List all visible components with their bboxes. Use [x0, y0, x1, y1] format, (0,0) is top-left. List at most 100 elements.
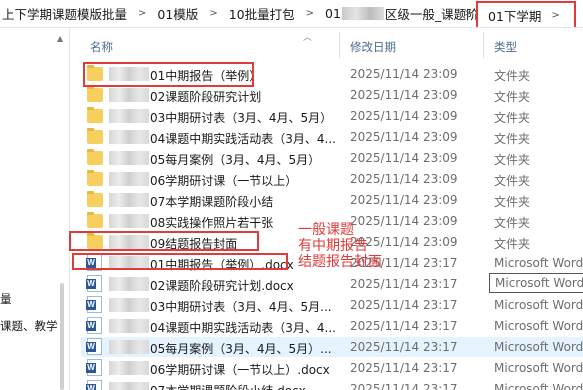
redaction-mosaic: [109, 172, 149, 186]
column-header-type[interactable]: 类型: [494, 39, 517, 55]
folder-icon: [87, 170, 103, 186]
folder-icon: [87, 86, 103, 102]
file-date: 2025/11/14 23:09: [350, 172, 458, 186]
annotation-line: 一般课题: [298, 222, 354, 238]
file-type: 文件夹: [494, 195, 531, 209]
folder-icon: [87, 233, 103, 249]
chevron-right-icon[interactable]: >: [129, 8, 155, 19]
breadcrumb-current[interactable]: 01下学期 >: [476, 1, 576, 27]
file-type: 文件夹: [494, 237, 531, 251]
folder-row[interactable]: 06学期研讨课（一节以上） 2025/11/14 23:09 文件夹: [81, 169, 583, 189]
folder-row[interactable]: 07本学期课题阶段小结 2025/11/14 23:09 文件夹: [81, 190, 583, 210]
file-type: 文件夹: [494, 153, 531, 167]
redaction-mosaic: [109, 361, 149, 375]
file-name: 07本学期课题阶段小结.docx: [150, 382, 306, 390]
folder-icon: [87, 65, 103, 81]
folder-row[interactable]: 04课题中期实践活动表（3月、4... 2025/11/14 23:09 文件夹: [81, 127, 583, 147]
address-bar[interactable]: 上下学期课题模版批量 > 01模版 > 10批量打包 > 01 区级一般_课题阶段…: [0, 0, 583, 28]
file-type: 文件夹: [494, 174, 531, 188]
redaction-mosaic: [109, 382, 149, 390]
word-document-icon: [86, 296, 102, 313]
file-name: 02课题阶段研究计划.docx: [150, 279, 294, 293]
breadcrumb-item[interactable]: 10批量打包: [227, 0, 297, 27]
nav-item[interactable]: 课题、教学: [0, 318, 58, 334]
file-list[interactable]: ︿ 名称 修改日期 类型 01中期报告（举例） 2025/11/14 23:09 文…: [71, 28, 583, 390]
folder-row[interactable]: 03中期研讨表（3月、4月、5月） 2025/11/14 23:09 文件夹: [81, 106, 583, 126]
file-type: Microsoft Word: [489, 273, 583, 293]
file-name: 09结题报告封面: [150, 237, 238, 251]
file-date: 2025/11/14 23:09: [350, 130, 458, 144]
sort-arrow-icon: ︿: [303, 33, 313, 43]
file-date: 2025/11/14 23:17: [350, 340, 458, 354]
file-date: 2025/11/14 23:09: [350, 151, 458, 165]
file-type: 文件夹: [494, 111, 531, 125]
file-name: 04课题中期实践活动表（3月、4...: [150, 132, 336, 146]
annotation-line: 结题报告封面: [298, 254, 382, 270]
column-header-name[interactable]: 名称: [90, 39, 113, 55]
redaction-mosaic: [109, 88, 149, 102]
annotation-note: 一般课题 有中期报告 结题报告封面: [298, 222, 382, 270]
folder-icon: [87, 149, 103, 165]
file-name: 08实践操作照片若干张: [150, 216, 274, 230]
redaction-mosaic: [109, 67, 149, 81]
word-document-icon: [86, 359, 102, 376]
file-date: 2025/11/14 23:17: [350, 319, 458, 333]
file-row[interactable]: 06学期研讨课（一节以上）.docx 2025/11/14 23:17 Micros…: [81, 358, 583, 378]
file-date: 2025/11/14 23:17: [350, 277, 458, 291]
file-row[interactable]: 03中期研讨表（3月、4月、5月... 2025/11/14 23:17 Micro…: [81, 295, 583, 315]
redaction-mosaic: [109, 151, 149, 165]
column-header-date[interactable]: 修改日期: [350, 39, 396, 55]
redaction-mosaic: [109, 130, 149, 144]
word-document-icon: [86, 380, 102, 390]
folder-row[interactable]: 02课题阶段研究计划 2025/11/14 23:09 文件夹: [81, 85, 583, 105]
column-divider[interactable]: [483, 32, 484, 58]
nav-item[interactable]: 量: [0, 291, 12, 307]
file-name: 04课题中期实践活动表（3月、4...: [150, 321, 336, 335]
file-name: 03中期研讨表（3月、4月、5月...: [150, 300, 332, 314]
redaction-mosaic: [109, 256, 149, 270]
folder-row[interactable]: 01中期报告（举例） 2025/11/14 23:09 文件夹: [81, 64, 583, 84]
file-date: 2025/11/14 23:17: [350, 361, 458, 375]
file-type: Microsoft Word: [494, 256, 583, 270]
file-name: 01中期报告（举例）.docx: [150, 258, 294, 272]
file-row[interactable]: 04课题中期实践活动表（3月、4... 2025/11/14 23:17 Micro…: [81, 316, 583, 336]
file-date: 2025/11/14 23:09: [350, 88, 458, 102]
file-date: 2025/11/14 23:17: [350, 298, 458, 312]
redaction-mosaic: [109, 214, 149, 228]
file-type: 文件夹: [494, 69, 531, 83]
file-row[interactable]: 05每月案例（3月、4月、5月）... 2025/11/14 23:17 Micro…: [81, 337, 583, 357]
folder-icon: [87, 212, 103, 228]
navigation-pane[interactable]: ▲ 量 课题、教学: [0, 28, 70, 390]
chevron-right-icon[interactable]: >: [297, 8, 323, 19]
file-date: 2025/11/14 23:17: [350, 382, 458, 390]
scrollbar-thumb[interactable]: [60, 283, 64, 390]
column-divider[interactable]: [339, 32, 340, 58]
file-date: 2025/11/14 23:09: [350, 109, 458, 123]
chevron-right-icon[interactable]: >: [464, 8, 472, 19]
redaction-mosaic: [109, 319, 149, 333]
redaction-mosaic: [109, 340, 149, 354]
folder-icon: [87, 107, 103, 123]
chevron-right-icon[interactable]: >: [200, 8, 226, 19]
redaction-mosaic: [109, 277, 149, 291]
redaction-mosaic: [341, 7, 384, 20]
redaction-mosaic: [109, 235, 149, 249]
redaction-mosaic: [109, 193, 149, 207]
chevron-right-icon[interactable]: >: [551, 10, 559, 21]
file-type: 文件夹: [494, 90, 531, 104]
breadcrumb-item[interactable]: 上下学期课题模版批量: [0, 0, 129, 27]
column-header-row: ︿ 名称 修改日期 类型: [71, 28, 583, 62]
file-row[interactable]: 07本学期课题阶段小结.docx 2025/11/14 23:17 Microsof…: [81, 379, 583, 390]
file-type: Microsoft Word: [494, 382, 583, 390]
file-row[interactable]: 02课题阶段研究计划.docx 2025/11/14 23:17 Microsoft…: [81, 273, 583, 294]
folder-icon: [87, 191, 103, 207]
file-name: 07本学期课题阶段小结: [150, 195, 274, 209]
folder-row[interactable]: 05每月案例（3月、4月、5月） 2025/11/14 23:09 文件夹: [81, 148, 583, 168]
file-name: 06学期研讨课（一节以上）: [150, 174, 298, 188]
file-type: 文件夹: [494, 132, 531, 146]
breadcrumb-item[interactable]: 01模版: [155, 0, 200, 27]
redaction-mosaic: [109, 109, 149, 123]
scroll-up-icon[interactable]: ▲: [57, 34, 63, 43]
file-type: Microsoft Word: [494, 340, 583, 354]
file-name: 02课题阶段研究计划: [150, 90, 262, 104]
